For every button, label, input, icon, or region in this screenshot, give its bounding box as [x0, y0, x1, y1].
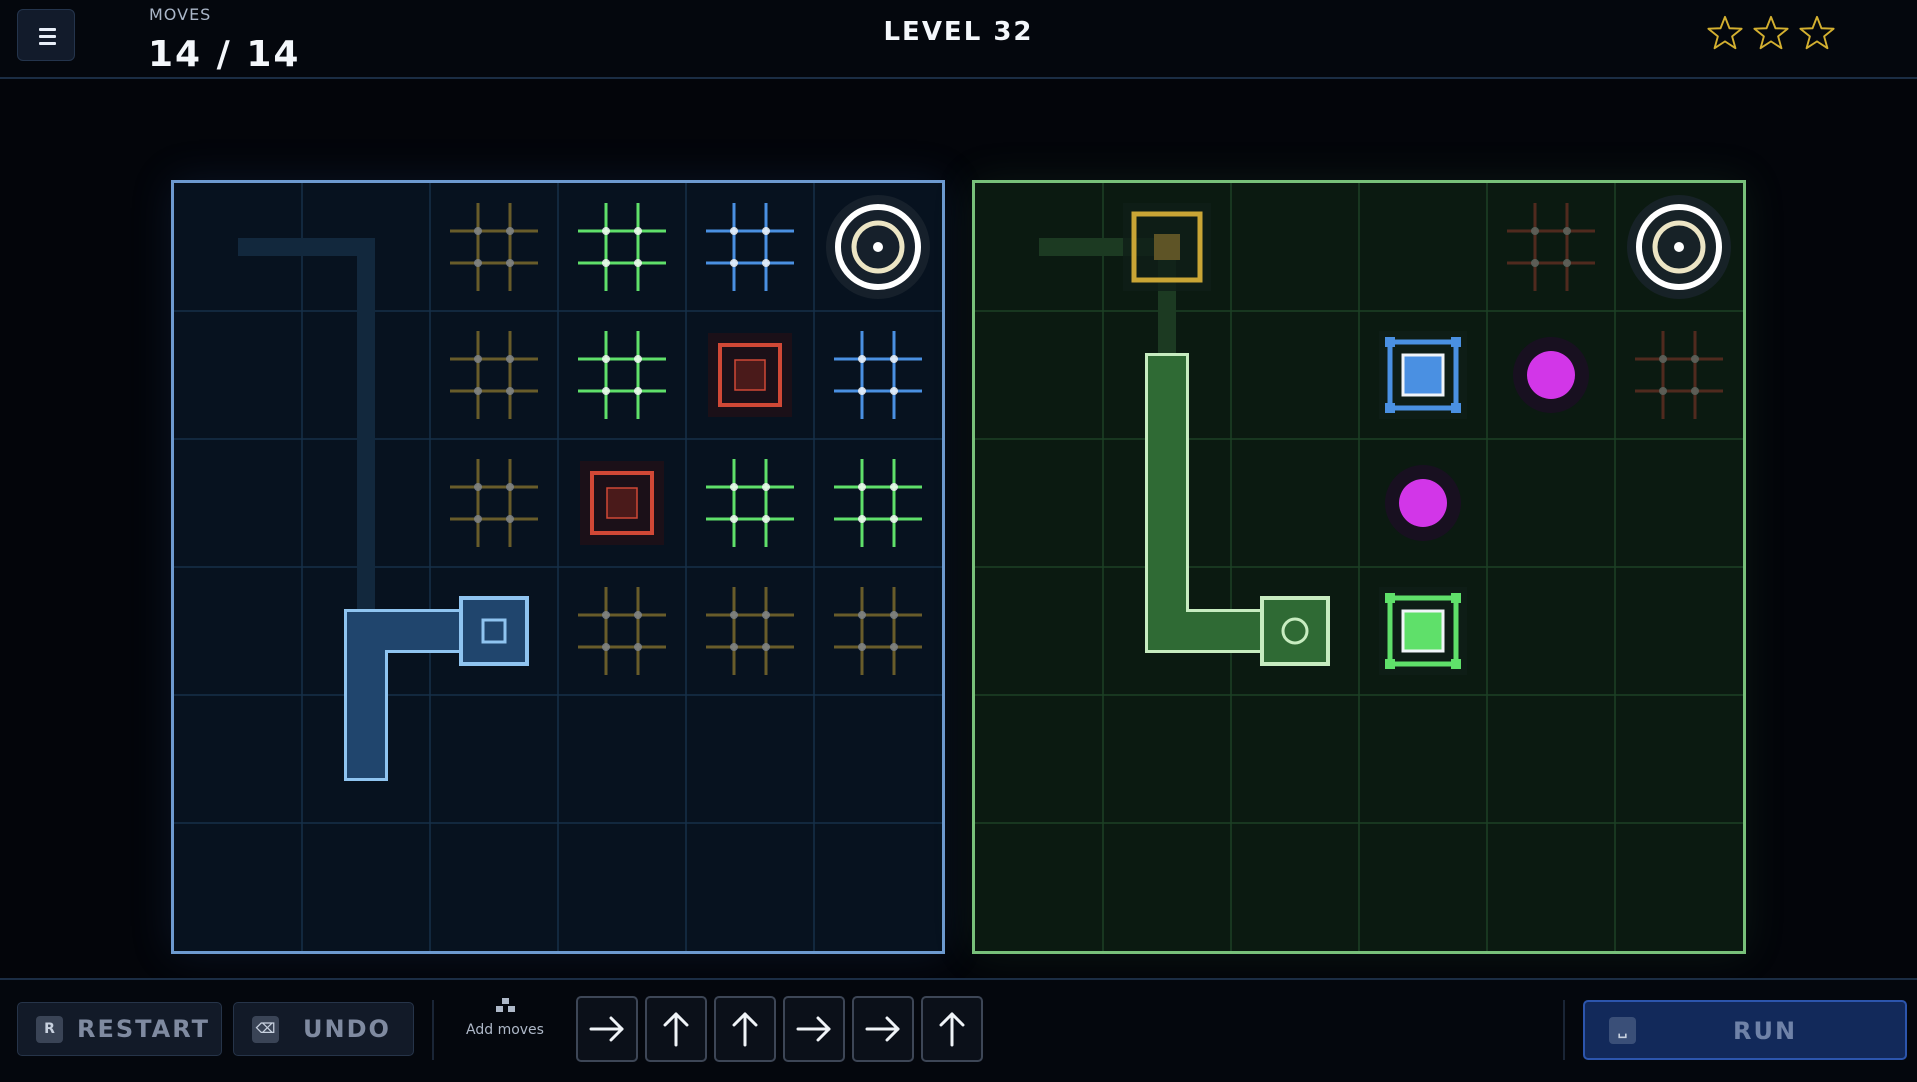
divider	[1563, 1000, 1565, 1060]
grid-tile-yellow	[450, 203, 538, 291]
grid-tile-yellow	[578, 587, 666, 675]
grid-tile-green	[834, 459, 922, 547]
board-right[interactable]	[972, 180, 1746, 954]
grid-tile-blue	[834, 331, 922, 419]
move-slot-right[interactable]	[852, 996, 914, 1062]
orb-tile-magenta	[1513, 337, 1589, 413]
arrow-up-icon	[732, 1012, 758, 1047]
top-bar: MOVES 14 / 14 LEVEL 32	[0, 0, 1917, 79]
exit-portal-icon	[826, 195, 930, 299]
arrow-right-icon	[589, 1016, 624, 1042]
arrow-up-icon	[939, 1012, 965, 1047]
blocks-icon	[496, 998, 515, 1012]
divider	[432, 1000, 434, 1060]
star-icon	[1753, 15, 1789, 50]
run-label: RUN	[1732, 1017, 1798, 1045]
grid-tile-green	[706, 459, 794, 547]
move-queue	[576, 996, 983, 1062]
arrow-right-icon	[796, 1016, 831, 1042]
grid-tile-red	[1507, 203, 1595, 291]
level-title: LEVEL 32	[883, 17, 1034, 47]
undo-key-hint: ⌫	[252, 1015, 279, 1043]
bottom-bar: R RESTART ⌫ UNDO Add moves ␣ RUN	[0, 978, 1917, 1082]
block-tile-red	[708, 333, 792, 417]
move-slot-up[interactable]	[921, 996, 983, 1062]
exit-portal-icon	[1627, 195, 1731, 299]
orb-tile-magenta	[1385, 465, 1461, 541]
switch-tile-green	[1379, 587, 1467, 675]
undo-button[interactable]: ⌫ UNDO	[233, 1002, 414, 1056]
star-icon	[1707, 15, 1743, 50]
star-rating	[1706, 14, 1836, 52]
arrow-up-icon	[663, 1012, 689, 1047]
block-tile-red	[580, 461, 664, 545]
switch-tile-yellow	[1123, 203, 1211, 291]
grid-tile-green	[578, 331, 666, 419]
grid-tile-yellow	[450, 459, 538, 547]
arrow-right-icon	[865, 1016, 900, 1042]
star-icon	[1799, 15, 1835, 50]
add-moves-label: Add moves	[466, 1022, 544, 1038]
run-button[interactable]: ␣ RUN	[1583, 1000, 1907, 1060]
add-moves-button[interactable]: Add moves	[450, 996, 560, 1038]
grid-tile-blue	[706, 203, 794, 291]
switch-tile-blue	[1379, 331, 1467, 419]
board-left[interactable]	[171, 180, 945, 954]
grid-tile-yellow	[706, 587, 794, 675]
player-piece[interactable]	[1260, 596, 1330, 666]
grid-tile-green	[578, 203, 666, 291]
move-slot-up[interactable]	[645, 996, 707, 1062]
restart-label: RESTART	[77, 1015, 211, 1043]
move-slot-up[interactable]	[714, 996, 776, 1062]
undo-label: UNDO	[303, 1015, 391, 1043]
restart-key-hint: R	[36, 1015, 63, 1043]
move-slot-right[interactable]	[783, 996, 845, 1062]
move-slot-right[interactable]	[576, 996, 638, 1062]
grid-tile-yellow	[450, 331, 538, 419]
grid-tile-yellow	[834, 587, 922, 675]
restart-button[interactable]: R RESTART	[17, 1002, 222, 1056]
grid-tile-red	[1635, 331, 1723, 419]
player-piece[interactable]	[459, 596, 529, 666]
